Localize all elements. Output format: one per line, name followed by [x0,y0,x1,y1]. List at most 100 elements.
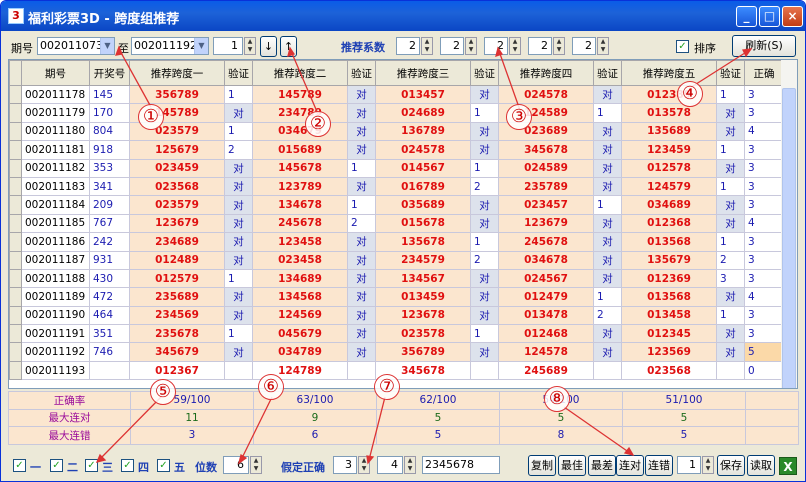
span-rec-1-cell[interactable]: 234569 [129,305,225,326]
verify-5-cell[interactable]: 对 [716,195,745,215]
span-rec-1-cell[interactable]: 023459 [129,158,225,178]
worst-button[interactable]: 最差 [588,455,616,476]
verify-3-cell[interactable]: 对 [470,342,499,362]
correct-count-cell[interactable]: 3 [744,176,784,197]
span-rec-3-cell[interactable]: 015678 [375,213,471,234]
verify-1-cell[interactable]: 对 [224,342,253,362]
span-rec-3-cell[interactable]: 356789 [375,342,471,362]
span-rec-3-cell[interactable]: 136789 [375,121,471,142]
check-2-checkbox[interactable]: ✓ [50,459,63,472]
span-rec-1-cell[interactable]: 023579 [129,195,225,215]
coef-spinner-2[interactable]: ▲ ▼ [465,37,477,55]
correct-count-cell[interactable]: 3 [744,158,784,178]
verify-5-cell[interactable]: 1 [716,176,745,197]
save-button[interactable]: 保存 [717,455,745,476]
verify-5-cell[interactable]: 对 [716,103,745,123]
span-rec-4-cell[interactable]: 034678 [498,250,594,270]
correct-count-cell[interactable]: 3 [744,103,784,123]
verify-5-cell[interactable]: 对 [716,324,745,344]
table-row[interactable]: 002011182 353 023459 对 145678 1 014567 1 024589 对… [9,158,784,178]
refresh-button[interactable]: 刷新(S) [732,35,796,57]
verify-3-cell[interactable]: 2 [470,176,499,197]
scrollbar-thumb[interactable] [782,88,796,388]
row-header[interactable] [9,213,22,234]
period-cell[interactable]: 002011182 [21,158,90,178]
span-rec-2-cell[interactable]: 145678 [252,158,348,178]
period-cell[interactable]: 002011189 [21,287,90,307]
span-rec-2-cell[interactable]: 145789 [252,84,348,105]
correct-count-cell[interactable]: 3 [744,268,784,289]
verify-2-cell[interactable]: 对 [347,342,376,362]
column-header[interactable]: 推荐跨度三 [375,60,471,86]
consecutive-wrong-button[interactable]: 连错 [645,455,673,476]
row-header[interactable] [9,342,22,362]
draw-number-cell[interactable]: 931 [89,250,130,270]
verify-1-cell[interactable]: 对 [224,195,253,215]
span-rec-5-cell[interactable]: 123569 [621,342,717,362]
correct-count-cell[interactable]: 0 [744,360,784,381]
correct-count-cell[interactable]: 5 [744,342,784,362]
span-rec-2-cell[interactable]: 123789 [252,176,348,197]
verify-5-cell[interactable]: 1 [716,232,745,252]
verify-3-cell[interactable]: 对 [470,287,499,307]
correct-count-cell[interactable]: 3 [744,305,784,326]
row-header[interactable] [9,360,22,381]
verify-2-cell[interactable]: 对 [347,176,376,197]
verify-5-cell[interactable]: 对 [716,287,745,307]
span-rec-1-cell[interactable]: 234689 [129,232,225,252]
verify-4-cell[interactable]: 对 [593,250,622,270]
span-rec-5-cell[interactable]: 124579 [621,176,717,197]
span-rec-5-cell[interactable]: 013458 [621,305,717,326]
check-4-checkbox[interactable]: ✓ [121,459,134,472]
move-up-button[interactable]: ↑ [280,36,297,57]
span-rec-4-cell[interactable]: 024567 [498,268,594,289]
verify-2-cell[interactable]: 1 [347,158,376,178]
span-rec-1-cell[interactable]: 123679 [129,213,225,234]
span-rec-3-cell[interactable]: 135678 [375,232,471,252]
correct-count-cell[interactable]: 4 [744,287,784,307]
period-cell[interactable]: 002011192 [21,342,90,362]
verify-4-cell[interactable]: 对 [593,213,622,234]
coef-input-4[interactable]: 2 [528,37,552,55]
span-rec-4-cell[interactable]: 024578 [498,84,594,105]
span-rec-5-cell[interactable]: 012369 [621,268,717,289]
span-rec-2-cell[interactable]: 034789 [252,342,348,362]
span-rec-1-cell[interactable]: 012489 [129,250,225,270]
verify-4-cell[interactable]: 1 [593,287,622,307]
verify-4-cell[interactable]: 对 [593,342,622,362]
span-rec-2-cell[interactable]: 234789 [252,103,348,123]
verify-3-cell[interactable]: 对 [470,121,499,142]
table-row[interactable]: 002011181 918 125679 2 015689 对 024578 对 345678 对… [9,140,784,160]
best-button[interactable]: 最佳 [558,455,586,476]
span-rec-3-cell[interactable]: 035689 [375,195,471,215]
verify-1-cell[interactable]: 对 [224,176,253,197]
verify-5-cell[interactable]: 对 [716,121,745,142]
assume-a-input[interactable]: 3 [333,456,357,474]
copy-button[interactable]: 复制 [528,455,556,476]
span-rec-3-cell[interactable]: 024578 [375,140,471,160]
verify-4-cell[interactable]: 1 [593,103,622,123]
verify-2-cell[interactable]: 对 [347,84,376,105]
span-rec-2-cell[interactable]: 134689 [252,268,348,289]
span-rec-5-cell[interactable]: 012578 [621,158,717,178]
row-header[interactable] [9,84,22,105]
verify-3-cell[interactable]: 对 [470,195,499,215]
verify-1-cell[interactable]: 2 [224,140,253,160]
span-rec-1-cell[interactable]: 012367 [129,360,225,381]
row-header[interactable] [9,121,22,142]
check-3-checkbox[interactable]: ✓ [85,459,98,472]
span-rec-3-cell[interactable]: 234579 [375,250,471,270]
span-rec-2-cell[interactable]: 123458 [252,232,348,252]
verify-2-cell[interactable]: 对 [347,268,376,289]
row-header[interactable] [9,158,22,178]
table-row[interactable]: 002011193 012367 124789 345678 245689 023568 0 [9,360,784,381]
table-row[interactable]: 002011191 351 235678 1 045679 对 023578 1 012468 对… [9,324,784,344]
span-rec-2-cell[interactable]: 134678 [252,195,348,215]
span-rec-2-cell[interactable]: 023458 [252,250,348,270]
span-rec-1-cell[interactable]: 235678 [129,324,225,344]
draw-number-cell[interactable]: 430 [89,268,130,289]
period-cell[interactable]: 002011190 [21,305,90,326]
row-header[interactable] [9,232,22,252]
period-cell[interactable]: 002011185 [21,213,90,234]
coef-spinner-1[interactable]: ▲ ▼ [421,37,433,55]
